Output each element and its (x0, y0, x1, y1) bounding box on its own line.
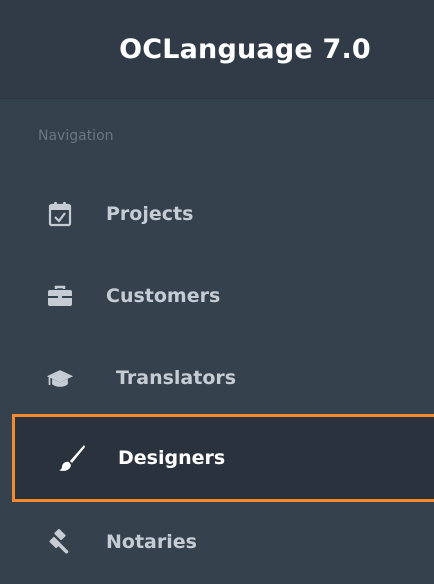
sidebar: OCLanguage 7.0 Navigation Projects Custo… (0, 0, 434, 584)
sidebar-item-customers[interactable]: Customers (0, 262, 434, 330)
calendar-check-icon (46, 200, 74, 228)
screenshot-frame: OCLanguage 7.0 Navigation Projects Custo… (0, 0, 434, 584)
sidebar-item-projects[interactable]: Projects (0, 180, 434, 248)
navigation-section-label: Navigation (38, 128, 114, 144)
sidebar-item-label: Projects (106, 203, 194, 225)
sidebar-item-label: Translators (116, 367, 237, 389)
sidebar-item-label: Notaries (106, 531, 197, 553)
graduation-cap-icon (46, 364, 74, 392)
sidebar-item-label: Designers (118, 447, 226, 469)
brand-header: OCLanguage 7.0 (0, 0, 434, 99)
sidebar-item-designers[interactable]: Designers (12, 414, 434, 502)
app-title: OCLanguage 7.0 (119, 33, 371, 65)
sidebar-item-translators[interactable]: Translators (0, 344, 434, 412)
sidebar-item-notaries[interactable]: Notaries (0, 508, 434, 576)
briefcase-icon (46, 282, 74, 310)
paintbrush-icon (58, 444, 86, 472)
gavel-icon (46, 528, 74, 556)
sidebar-item-label: Customers (106, 285, 221, 307)
